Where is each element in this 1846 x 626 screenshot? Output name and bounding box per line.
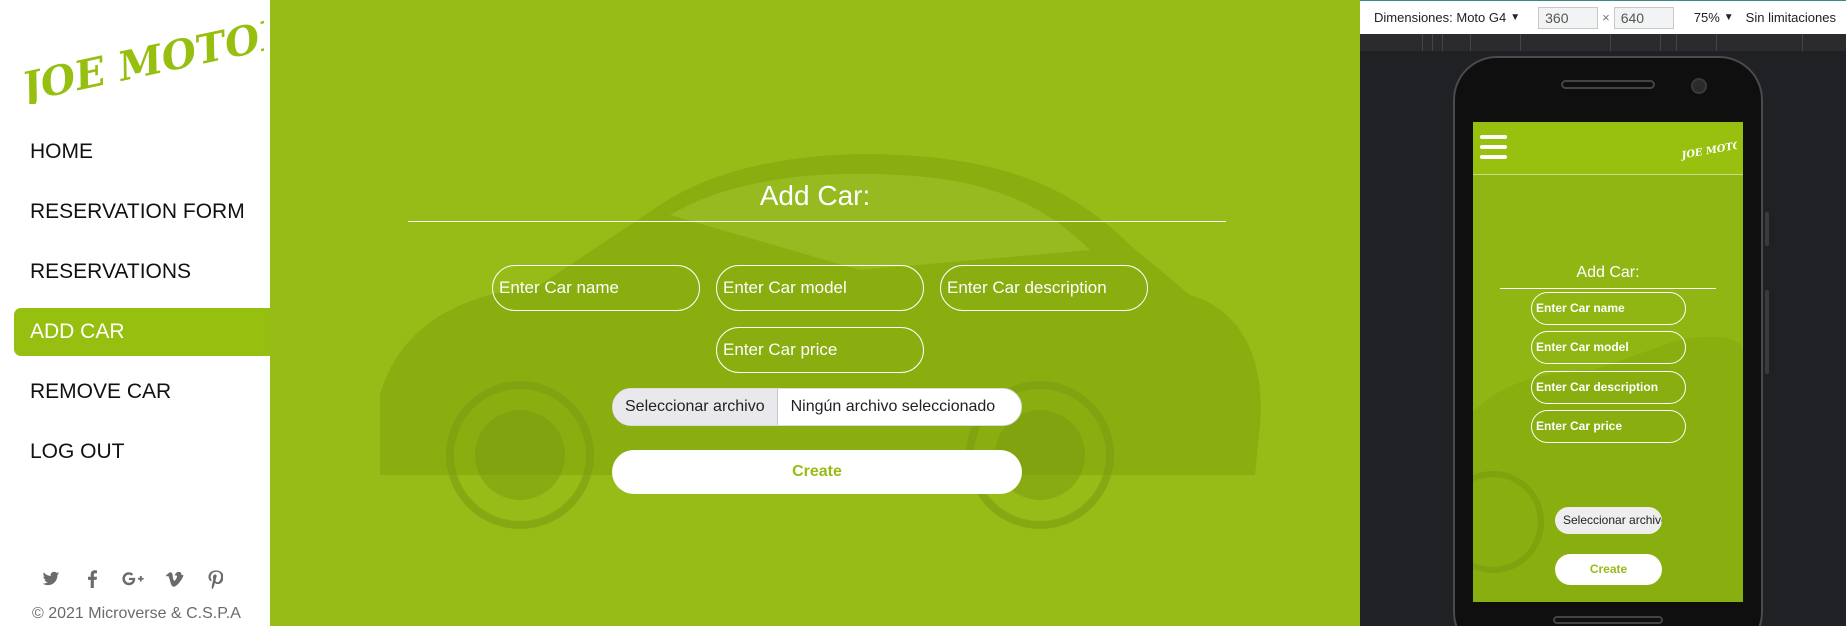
brand-logo-text: JOE MOTORS [14, 14, 264, 104]
mobile-header: JOE MOTORS [1473, 122, 1743, 175]
nav-reservation-form[interactable]: RESERVATION FORM [14, 188, 270, 236]
throttle-value: Sin limitaciones [1745, 10, 1836, 25]
mobile-car-price-input[interactable]: Enter Car price [1531, 410, 1686, 443]
mobile-brand-logo-text: JOE MOTORS [1679, 138, 1737, 162]
facebook-icon[interactable] [81, 568, 103, 590]
phone-camera [1691, 78, 1707, 94]
mobile-car-description-input[interactable]: Enter Car description [1531, 371, 1686, 404]
device-width-input[interactable] [1538, 6, 1599, 29]
phone-side-button [1765, 290, 1769, 374]
mobile-form-title: Add Car: [1576, 264, 1640, 281]
vimeo-icon[interactable] [163, 568, 185, 590]
media-query-ruler [1360, 34, 1846, 51]
nav-reservations[interactable]: RESERVATIONS [14, 248, 270, 296]
mobile-create-button[interactable]: Create [1555, 554, 1662, 585]
nav-home[interactable]: HOME [14, 128, 270, 176]
device-height-input[interactable] [1613, 6, 1674, 29]
google-plus-icon[interactable] [122, 568, 144, 590]
title-divider [408, 221, 1226, 222]
times-separator: × [1602, 10, 1610, 25]
car-name-input[interactable] [492, 265, 700, 311]
twitter-icon[interactable] [40, 568, 62, 590]
chevron-down-icon: ▼ [1723, 12, 1734, 23]
zoom-select[interactable]: 75% ▼ [1694, 10, 1734, 25]
mobile-car-name-input[interactable]: Enter Car name [1531, 292, 1686, 325]
choose-file-button[interactable]: Seleccionar archivo [613, 389, 778, 425]
car-description-input[interactable] [940, 265, 1148, 311]
nav-add-car[interactable]: ADD CAR [14, 308, 270, 356]
add-car-panel: Add Car: Seleccionar archivo Ningún arch… [270, 0, 1360, 626]
phone-speaker [1561, 80, 1655, 89]
mobile-choose-file-button[interactable]: Seleccionar archivo [1555, 507, 1662, 534]
mobile-car-model-input[interactable]: Enter Car model [1531, 331, 1686, 364]
devtools-device-preview: Dimensiones: Moto G4 ▼ × 75% ▼ Sin limit… [1360, 0, 1846, 626]
pinterest-icon[interactable] [204, 568, 226, 590]
copyright-text: © 2021 Microverse & C.S.P.A [32, 605, 241, 622]
chevron-down-icon: ▼ [1510, 12, 1521, 23]
file-picker[interactable]: Seleccionar archivo Ningún archivo selec… [612, 388, 1022, 426]
mobile-title-divider [1500, 288, 1716, 289]
zoom-value: 75% [1693, 10, 1720, 25]
throttle-select[interactable]: Sin limitaciones [1746, 10, 1836, 25]
form-title: Add Car: [759, 180, 871, 211]
device-toolbar: Dimensiones: Moto G4 ▼ × 75% ▼ Sin limit… [1360, 0, 1846, 34]
car-model-input[interactable] [716, 265, 924, 311]
phone-side-button [1765, 212, 1769, 246]
mobile-viewport: JOE MOTORS Add Car: Enter Car name Enter… [1473, 122, 1743, 602]
file-status-text: Ningún archivo seleccionado [790, 398, 996, 415]
mobile-brand-logo[interactable]: JOE MOTORS [1679, 128, 1737, 170]
nav-log-out[interactable]: LOG OUT [14, 428, 270, 476]
hamburger-menu-icon[interactable] [1480, 135, 1507, 161]
phone-bottom-bar [1553, 616, 1663, 624]
device-select[interactable]: Dimensiones: Moto G4 ▼ [1374, 10, 1520, 25]
social-links [40, 568, 226, 590]
brand-logo[interactable]: JOE MOTORS [14, 14, 264, 104]
car-price-input[interactable] [716, 327, 924, 373]
nav-remove-car[interactable]: REMOVE CAR [14, 368, 270, 416]
device-select-label: Dimensiones: Moto G4 [1374, 10, 1507, 25]
create-button[interactable]: Create [612, 450, 1022, 494]
sidebar: JOE MOTORS HOME RESERVATION FORM RESERVA… [0, 0, 270, 626]
